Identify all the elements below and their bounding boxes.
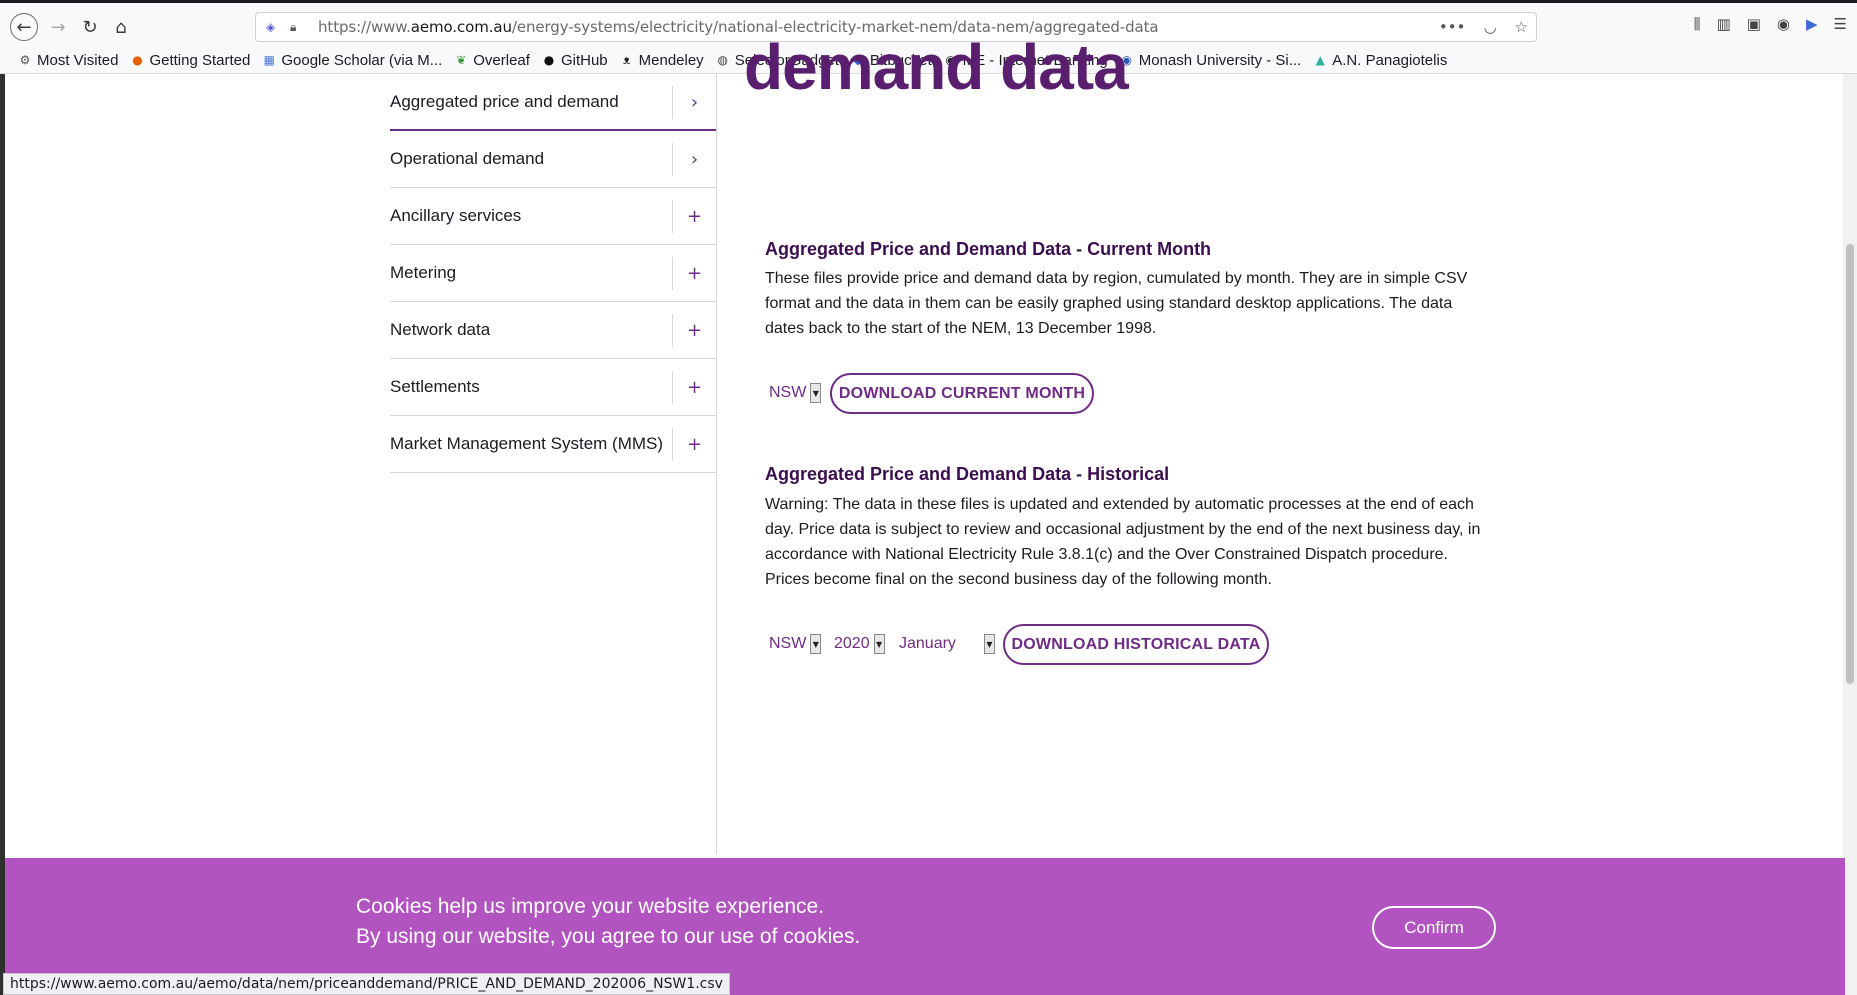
- historical-month-value: January: [899, 635, 956, 652]
- reload-button[interactable]: ↻: [76, 13, 104, 41]
- dropdown-caret-icon: ▼: [810, 634, 822, 654]
- bookmark-label: Getting Started: [149, 51, 251, 69]
- globe-icon: ◍: [717, 53, 728, 67]
- expand-plus-icon[interactable]: +: [672, 428, 716, 461]
- sidebar-item-label: Operational demand: [390, 149, 545, 168]
- bookmark-label: GitHub: [560, 51, 608, 69]
- link-status-bar: https://www.aemo.com.au/aemo/data/nem/pr…: [3, 973, 730, 995]
- home-button[interactable]: ⌂: [107, 13, 135, 41]
- forward-arrow-icon: →: [50, 16, 66, 38]
- overleaf-icon: ❦: [456, 53, 467, 67]
- back-arrow-icon: ←: [16, 16, 32, 38]
- bookmark-label: Most Visited: [37, 51, 119, 69]
- expand-plus-icon[interactable]: +: [672, 371, 716, 404]
- bookmark-item[interactable]: ᴥ Mendeley: [620, 52, 704, 69]
- tracking-shield-icon[interactable]: ◈: [266, 20, 280, 34]
- sidebar-item[interactable]: Network data +: [390, 302, 716, 359]
- gear-icon: ⚙: [19, 53, 31, 67]
- mendeley-icon: ᴥ: [622, 53, 631, 67]
- sidebar-item-label: Market Management System (MMS): [390, 434, 664, 453]
- expand-plus-icon[interactable]: +: [672, 257, 716, 290]
- sidebar-divider: [716, 74, 717, 854]
- url-prefix: https://www.: [318, 18, 411, 36]
- bookmark-label: A.N. Panagiotelis: [1332, 51, 1448, 69]
- historical-month-select[interactable]: January ▼: [899, 632, 995, 656]
- firefox-icon: ●: [132, 53, 143, 67]
- bookmark-label: Google Scholar (via M...: [281, 51, 443, 69]
- sidebar-item-label: Settlements: [390, 377, 480, 396]
- account-icon[interactable]: ◉: [1777, 15, 1790, 33]
- bookmark-item[interactable]: ◉ Monash University - Si...: [1120, 51, 1302, 69]
- bookmark-label: Overleaf: [473, 51, 530, 69]
- lock-icon[interactable]: 🔒︎: [290, 20, 302, 34]
- back-button[interactable]: ←: [10, 13, 38, 41]
- sidebar-item[interactable]: Market Management System (MMS) +: [390, 416, 716, 473]
- historical-region-select[interactable]: NSW ▼: [769, 632, 822, 656]
- historical-description: Warning: The data in these files is upda…: [765, 496, 1481, 588]
- bookmark-item[interactable]: ⚙ Most Visited: [18, 51, 119, 69]
- historical-region-value: NSW: [769, 635, 807, 652]
- bookmark-item[interactable]: ▲ A.N. Panagiotelis: [1313, 51, 1448, 69]
- dropdown-caret-icon: ▼: [984, 634, 995, 654]
- bookmark-star-icon[interactable]: ☆: [1515, 18, 1528, 36]
- historical-year-select[interactable]: 2020 ▼: [834, 632, 885, 656]
- sidebar-toggle-icon[interactable]: ▥: [1717, 15, 1731, 33]
- dropdown-caret-icon: ▼: [873, 634, 885, 654]
- forward-button[interactable]: →: [44, 13, 72, 41]
- page-actions-icon[interactable]: •••: [1439, 18, 1466, 36]
- bookmark-label: Mendeley: [638, 51, 704, 69]
- url-domain: aemo.com.au: [410, 18, 512, 36]
- cookie-line-2: By using our website, you agree to our u…: [356, 925, 861, 948]
- cookie-confirm-button[interactable]: Confirm: [1372, 906, 1496, 949]
- cookie-line-1: Cookies help us improve your website exp…: [356, 895, 825, 918]
- expand-plus-icon[interactable]: +: [672, 314, 716, 347]
- bookmark-item[interactable]: ● GitHub: [542, 52, 608, 69]
- bookmark-label: Monash University - Si...: [1138, 51, 1302, 69]
- sidebar-item-label: Metering: [390, 263, 457, 282]
- zoom-extension-icon[interactable]: ▶: [1806, 15, 1818, 33]
- sidebar-item[interactable]: Operational demand ›: [390, 131, 716, 188]
- reload-icon: ↻: [82, 16, 98, 38]
- library-icon[interactable]: ⫼: [1694, 15, 1701, 33]
- page-title-fragment: demand data: [744, 31, 1129, 103]
- extension-icon[interactable]: ▣: [1747, 15, 1761, 33]
- page-scrollbar[interactable]: [1843, 74, 1857, 995]
- pocket-icon[interactable]: ◡: [1483, 18, 1496, 36]
- historical-heading: Aggregated Price and Demand Data - Histo…: [765, 464, 1170, 484]
- sidebar-item[interactable]: Aggregated price and demand ›: [390, 74, 716, 131]
- historical-year-value: 2020: [834, 635, 870, 652]
- bookmark-item[interactable]: ❦ Overleaf: [454, 52, 530, 69]
- bookmark-item[interactable]: ● Getting Started: [130, 52, 250, 69]
- cookie-message: Cookies help us improve your website exp…: [356, 892, 860, 952]
- sidebar-item-label: Aggregated price and demand: [390, 91, 619, 111]
- sidebar-item-label: Ancillary services: [390, 206, 522, 225]
- scrollbar-thumb[interactable]: [1846, 244, 1854, 684]
- expand-plus-icon[interactable]: +: [672, 200, 716, 233]
- chevron-right-icon[interactable]: ›: [672, 143, 716, 176]
- bookmark-item[interactable]: ▦ Google Scholar (via M...: [262, 51, 443, 69]
- dropdown-caret-icon: ▼: [810, 383, 822, 403]
- download-historical-data-button[interactable]: DOWNLOAD HISTORICAL DATA: [1003, 624, 1269, 665]
- current-region-value: NSW: [769, 384, 807, 401]
- current-month-heading: Aggregated Price and Demand Data - Curre…: [765, 239, 1212, 259]
- window-edge: [0, 74, 5, 995]
- download-current-month-button[interactable]: DOWNLOAD CURRENT MONTH: [830, 373, 1094, 414]
- chevron-right-icon[interactable]: ›: [672, 86, 716, 119]
- page-content: demand data Aggregated price and demand ›…: [0, 31, 1857, 995]
- sidebar-item[interactable]: Metering +: [390, 245, 716, 302]
- home-icon: ⌂: [115, 16, 127, 38]
- current-month-description: These files provide price and demand dat…: [765, 270, 1468, 337]
- sidebar-item-label: Network data: [390, 320, 491, 339]
- section-sidebar: Aggregated price and demand › Operational …: [390, 74, 716, 473]
- menu-icon[interactable]: ☰: [1834, 15, 1847, 33]
- sidebar-item[interactable]: Settlements +: [390, 359, 716, 416]
- current-region-select[interactable]: NSW ▼: [769, 381, 822, 405]
- scholar-icon: ▦: [263, 53, 276, 67]
- person-icon: ▲: [1315, 53, 1325, 67]
- sidebar-item[interactable]: Ancillary services +: [390, 188, 716, 245]
- github-icon: ●: [543, 53, 555, 67]
